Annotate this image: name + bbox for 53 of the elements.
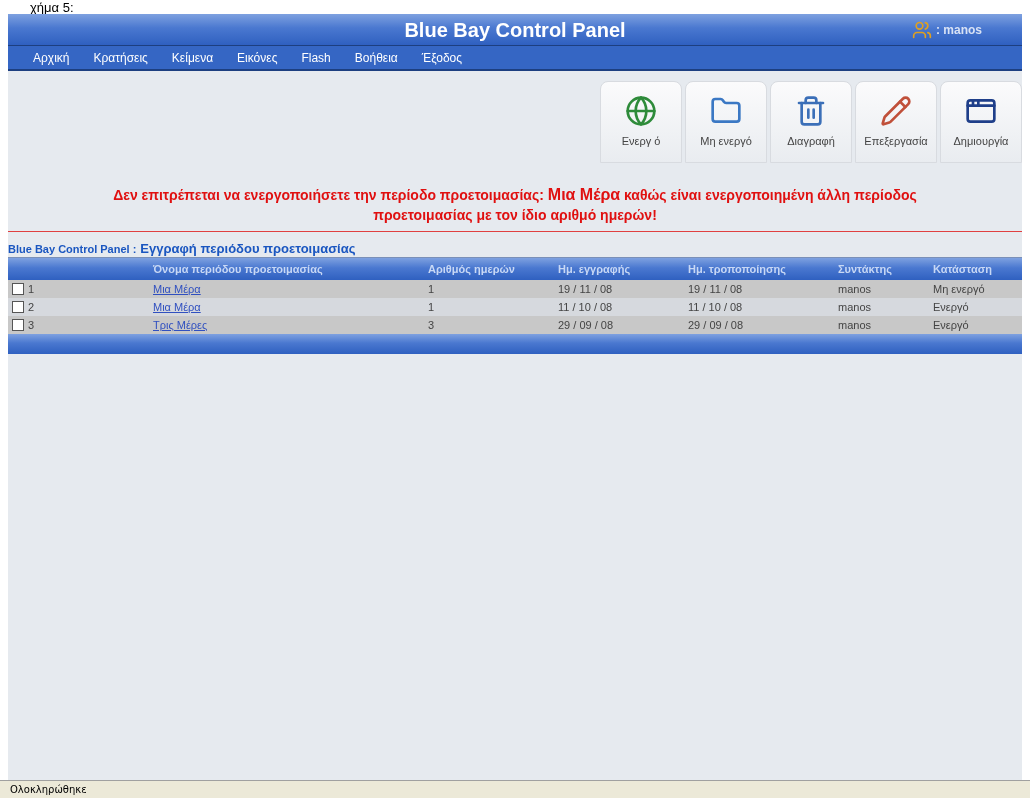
editor-cell: manos: [838, 300, 872, 313]
row-number: 1: [28, 281, 35, 297]
row-number: 2: [28, 299, 35, 315]
editor-cell: manos: [838, 318, 872, 331]
users-icon: [912, 19, 932, 40]
nav-link[interactable]: Flash: [301, 48, 331, 67]
row-number: 3: [28, 317, 35, 333]
toolbar-button[interactable]: Επεξεργασία: [855, 81, 937, 163]
status-cell: Ενεργό: [933, 318, 969, 331]
row-checkbox[interactable]: [12, 301, 24, 313]
modified-date: 19 / 11 / 08: [688, 282, 743, 295]
breadcrumb-app: Blue Bay Control Panel :: [8, 244, 137, 255]
app-title: Blue Bay Control Panel: [404, 17, 626, 43]
editor-cell: manos: [838, 282, 872, 295]
nav-link[interactable]: Βοήθεια: [354, 48, 398, 67]
row-checkbox[interactable]: [12, 319, 24, 331]
column-header: Ημ. εγγραφής: [558, 261, 632, 277]
period-link[interactable]: Μια Μέρα: [153, 282, 201, 295]
column-header: Αριθμός ημερών: [428, 261, 516, 277]
status-text: Ολοκληρώθηκε: [10, 783, 87, 797]
nav-link[interactable]: Κείμενα: [171, 48, 214, 67]
nav-link[interactable]: Εικόνες: [237, 48, 278, 67]
column-header: Κατάσταση: [933, 261, 993, 277]
toolbar-button[interactable]: Ενεργ ό: [600, 81, 682, 163]
created-date: 11 / 10 / 08: [558, 300, 613, 313]
period-link[interactable]: Τρις Μέρες: [153, 318, 208, 331]
user-name: : manos: [936, 21, 982, 39]
created-date: 29 / 09 / 08: [558, 318, 614, 331]
toolbar-button[interactable]: Μη ενεργό: [685, 81, 767, 163]
nav-link[interactable]: Έξοδος: [421, 48, 463, 67]
toolbar-button[interactable]: Δημιουργία: [940, 81, 1022, 163]
days-cell: 1: [428, 300, 435, 313]
days-cell: 3: [428, 318, 435, 331]
trash-icon: [795, 94, 827, 127]
column-header: Ημ. τροποποίησης: [688, 261, 788, 277]
created-date: 19 / 11 / 08: [558, 282, 613, 295]
days-cell: 1: [428, 282, 435, 295]
status-cell: Ενεργό: [933, 300, 969, 313]
section-title: Εγγραφή περιόδου προετοιμασίας: [140, 242, 356, 255]
modified-date: 29 / 09 / 08: [688, 318, 744, 331]
error-message: Δεν επιτρέπεται να ενεργοποιήσετε την περίοδο προετοιμασίας: Μια Μέρα καθώς είναι ενεργοποιημένη άλλη περίοδος προετοιμασίας με τον ίδιο αριθμό ημερών!: [112, 185, 918, 225]
status-cell: Μη ενεργό: [933, 282, 985, 295]
column-header: Συντάκτης: [838, 261, 893, 277]
pencil-icon: [880, 94, 912, 127]
column-header: Όνομα περιόδου προετοιμασίας: [153, 261, 324, 277]
modified-date: 11 / 10 / 08: [688, 300, 743, 313]
caption-text: χήμα 5:: [30, 1, 74, 14]
globe-icon: [625, 94, 657, 127]
row-checkbox[interactable]: [12, 283, 24, 295]
nav-link[interactable]: Κρατήσεις: [93, 48, 148, 67]
toolbar-button[interactable]: Διαγραφή: [770, 81, 852, 163]
nav-link[interactable]: Αρχική: [33, 48, 70, 67]
period-link[interactable]: Μια Μέρα: [153, 300, 201, 313]
